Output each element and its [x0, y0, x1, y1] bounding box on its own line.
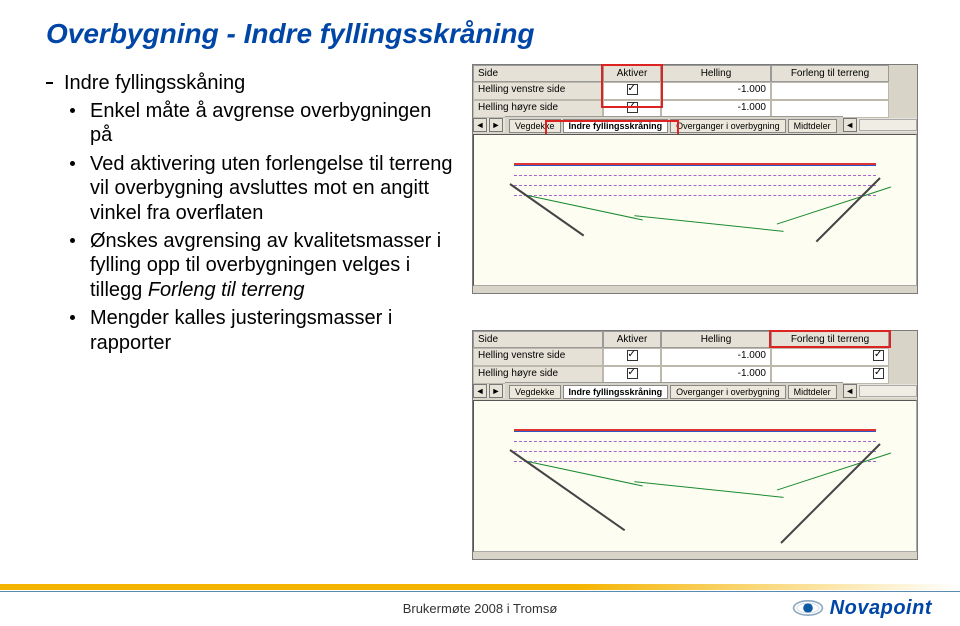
scroll-left-icon[interactable]: ◄ [473, 384, 487, 398]
scroll-right-icon[interactable]: ► [489, 384, 503, 398]
line-dash [514, 175, 876, 176]
col-aktiver: Aktiver [603, 331, 661, 348]
footer-band [0, 584, 960, 590]
highlight-forleng-header [769, 330, 891, 348]
slope-right [816, 177, 881, 242]
bullet-l2c-em: Forleng til terreng [148, 279, 305, 301]
tab-midtdeler[interactable]: Midtdeler [788, 385, 837, 399]
checkbox-aktiver[interactable] [603, 348, 661, 366]
terrain-line [777, 186, 891, 224]
bullet-l2b: Ved aktivering uten forlengelse til terr… [46, 152, 456, 225]
terrain-line [634, 481, 783, 498]
slope-left [509, 183, 584, 236]
line-dash [514, 461, 876, 462]
tab-overganger[interactable]: Overganger i overbygning [670, 385, 786, 399]
col-side: Side [473, 331, 603, 348]
footer-line [0, 591, 960, 592]
screenshot-top: Side Aktiver Helling Forleng til terreng… [472, 64, 918, 294]
highlight-aktiver [601, 64, 663, 108]
bullet-l1: Indre fyllingsskåning [46, 72, 456, 95]
col-side: Side [473, 65, 603, 82]
cell-helling[interactable]: -1.000 [661, 82, 771, 100]
row-label: Helling venstre side [473, 82, 603, 100]
line-dash [514, 195, 876, 196]
tab-strip: Vegdekke Indre fyllingsskråning Overgang… [505, 382, 843, 401]
scroll-track[interactable] [859, 385, 917, 397]
row-label: Helling venstre side [473, 348, 603, 366]
tab-overganger[interactable]: Overganger i overbygning [670, 119, 786, 133]
scroll-left-icon[interactable]: ◄ [843, 384, 857, 398]
scroll-left-icon[interactable]: ◄ [843, 118, 857, 132]
bullet-l2d: Mengder kalles justeringsmasser i rappor… [46, 306, 456, 355]
cell-forleng[interactable] [771, 82, 889, 100]
scroll-left-icon[interactable]: ◄ [473, 118, 487, 132]
line-surface-blue [514, 431, 876, 432]
screenshot-bottom: Side Aktiver Helling Forleng til terreng… [472, 330, 918, 560]
cell-helling[interactable]: -1.000 [661, 348, 771, 366]
tab-midtdeler[interactable]: Midtdeler [788, 119, 837, 133]
tab-indre-fyllingsskraning[interactable]: Indre fyllingsskråning [563, 385, 669, 399]
content-block: Indre fyllingsskåning Enkel måte å avgre… [46, 72, 456, 355]
terrain-line [634, 215, 783, 232]
cross-section-pane [473, 134, 917, 286]
page-title: Overbygning - Indre fyllingsskråning [46, 18, 535, 50]
logo: Novapoint [792, 596, 932, 620]
line-dash [514, 185, 876, 186]
cross-section-pane [473, 400, 917, 552]
table-row: Helling venstre side -1.000 [473, 82, 917, 100]
logo-text: Novapoint [830, 597, 932, 620]
scrollbar-h[interactable]: ◄ ► Vegdekke Indre fyllingsskråning Over… [473, 384, 917, 398]
col-helling: Helling [661, 65, 771, 82]
table-row: Helling venstre side -1.000 [473, 348, 917, 366]
bullet-l2a: Enkel måte å avgrense overbygningen på [46, 99, 456, 148]
scroll-right-icon[interactable]: ► [489, 118, 503, 132]
col-forleng: Forleng til terreng [771, 65, 889, 82]
line-dash [514, 451, 876, 452]
bullet-l2c: Ønskes avgrensing av kvalitetsmasser i f… [46, 229, 456, 302]
line-dash [514, 441, 876, 442]
scrollbar-h[interactable]: ◄ ► Vegdekke Indre fyllingsskråning Over… [473, 118, 917, 132]
slope-right-extended [780, 443, 880, 543]
logo-eye-icon [792, 596, 824, 620]
col-helling: Helling [661, 331, 771, 348]
grid-header: Side Aktiver Helling Forleng til terreng [473, 65, 917, 82]
terrain-line [777, 452, 891, 490]
tab-vegdekke[interactable]: Vegdekke [509, 385, 561, 399]
line-surface-blue [514, 165, 876, 166]
checkbox-forleng[interactable] [771, 348, 889, 366]
scroll-track[interactable] [859, 119, 917, 131]
footer-text: Brukermøte 2008 i Tromsø [403, 601, 558, 616]
